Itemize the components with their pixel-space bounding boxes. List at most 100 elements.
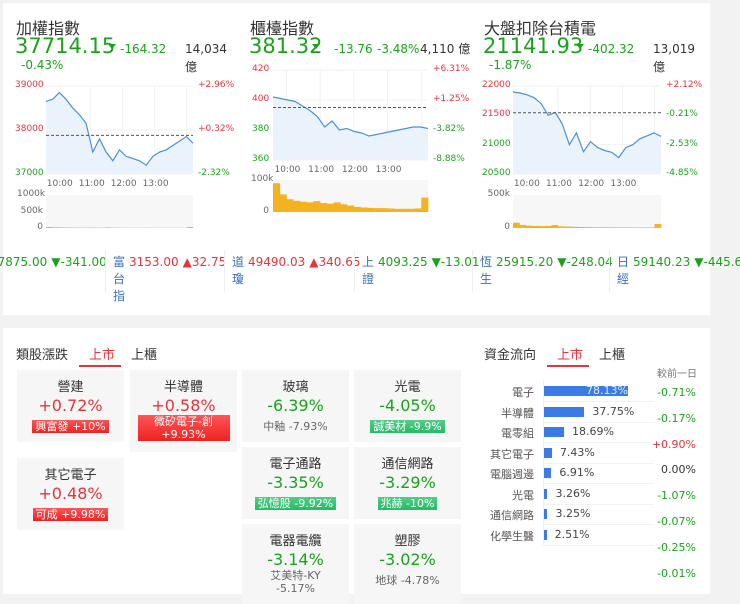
sector-name: 電子通路 bbox=[242, 453, 349, 472]
sector-tile[interactable]: 電器電纜-3.14%艾美特-KY -5.17% bbox=[242, 524, 349, 604]
sector-name: 玻璃 bbox=[242, 376, 349, 395]
sector-name: 半導體 bbox=[130, 376, 237, 395]
sector-tile[interactable]: 其它電子+0.48%可成 +9.98% bbox=[17, 458, 124, 530]
y-axis-label: 21500 bbox=[482, 109, 511, 119]
ticker-item[interactable]: 恆生25915.20▼-248.04 bbox=[480, 254, 613, 288]
flow-change: 0.00% bbox=[636, 463, 696, 476]
y-axis-label: 22000 bbox=[482, 80, 511, 90]
volume-bar bbox=[616, 227, 623, 228]
time-label: 11:00 bbox=[546, 179, 572, 189]
flow-change: -0.25% bbox=[636, 541, 696, 554]
axis-line bbox=[543, 380, 544, 545]
flow-value: 37.75% bbox=[592, 405, 634, 418]
flow-change: -0.17% bbox=[636, 412, 696, 425]
sector-pct: -3.02% bbox=[354, 550, 461, 569]
top-stock-badge[interactable]: 中釉 -7.93% bbox=[260, 420, 330, 433]
flow-bar bbox=[544, 407, 584, 417]
ticker-item[interactable]: 上證4093.25▼-13.01 bbox=[362, 254, 480, 288]
flow-value: 3.26% bbox=[555, 487, 590, 500]
sector-name: 營建 bbox=[17, 376, 124, 395]
top-stock-badge[interactable]: 兆赫 -10% bbox=[378, 497, 438, 510]
divider bbox=[105, 250, 106, 292]
ticker-item[interactable]: 67875.00▼-341.00 bbox=[0, 254, 107, 271]
sector-pct: -4.05% bbox=[354, 396, 461, 415]
ticker-item[interactable]: 道瓊49490.03▲340.65 bbox=[232, 254, 360, 288]
volume-bar bbox=[539, 226, 546, 228]
flow-value: 18.69% bbox=[572, 425, 614, 438]
volume-bar bbox=[577, 227, 584, 228]
flow-sector-name: 通信網路 bbox=[464, 507, 534, 523]
volume-bar bbox=[513, 223, 520, 228]
ticker-label: 富台指 bbox=[113, 254, 127, 305]
top-stock-badge[interactable]: 微矽電子-創 +9.93% bbox=[138, 415, 230, 441]
divider bbox=[544, 504, 654, 505]
pct-axis-label: -0.21% bbox=[666, 109, 698, 119]
flow-sector-name: 其它電子 bbox=[464, 446, 534, 462]
sector-tile[interactable]: 光電-4.05%誠美材 -9.9% bbox=[354, 370, 461, 442]
ticker-item[interactable]: 富台指3153.00▲32.75 bbox=[113, 254, 226, 305]
flow-sector-name: 電零組 bbox=[464, 425, 534, 441]
top-stock-badge[interactable]: 興富發 +10% bbox=[32, 420, 108, 433]
sector-name: 電器電纜 bbox=[242, 530, 349, 549]
volume-bar bbox=[648, 227, 655, 228]
time-label: 13:00 bbox=[610, 179, 636, 189]
ticker-value: 59140.23 bbox=[633, 254, 690, 288]
flow-value: 2.51% bbox=[555, 528, 590, 541]
ticker-value: 49490.03 bbox=[248, 254, 305, 288]
flow-sector-name: 電腦週邊 bbox=[464, 466, 534, 482]
divider bbox=[544, 483, 654, 484]
sector-tile[interactable]: 營建+0.72%興富發 +10% bbox=[17, 370, 124, 442]
sector-tile[interactable]: 塑膠-3.02%地球 -4.78% bbox=[354, 524, 461, 604]
divider bbox=[544, 401, 654, 402]
compare-label: 較前一日 bbox=[657, 365, 697, 380]
time-label: 10:00 bbox=[514, 179, 540, 189]
ticker-change: ▼-341.00 bbox=[51, 254, 107, 271]
top-stock-badge[interactable]: 可成 +9.98% bbox=[33, 508, 109, 521]
flow-bar bbox=[544, 530, 547, 540]
volume-bar bbox=[532, 226, 539, 228]
flow-sector-name: 半導體 bbox=[464, 405, 534, 421]
flow-change: -0.01% bbox=[636, 567, 696, 580]
flow-bar bbox=[544, 448, 552, 458]
flow-bar bbox=[544, 427, 564, 437]
sector-pct: -3.14% bbox=[242, 550, 349, 569]
flow-value: 3.25% bbox=[555, 507, 590, 520]
top-stock-badge[interactable]: 艾美特-KY -5.17% bbox=[250, 569, 342, 595]
flow-bar bbox=[544, 468, 551, 478]
volume-bg bbox=[513, 195, 661, 228]
top-stock-badge[interactable]: 弘憶股 -9.92% bbox=[255, 497, 336, 510]
divider bbox=[354, 250, 355, 292]
volume-bar bbox=[603, 227, 610, 228]
volume-bar bbox=[635, 227, 642, 228]
ticker-value: 3153.00 bbox=[129, 254, 179, 305]
ticker-label: 道瓊 bbox=[232, 254, 246, 288]
ticker-value: 25915.20 bbox=[496, 254, 553, 288]
flow-change: -0.07% bbox=[636, 515, 696, 528]
sector-pct: -3.29% bbox=[354, 473, 461, 492]
sector-tile[interactable]: 電子通路-3.35% 弘憶股 -9.92% bbox=[242, 447, 349, 519]
volume-bar bbox=[590, 227, 597, 228]
top-stock-badge[interactable]: 誠美材 -9.9% bbox=[370, 420, 444, 433]
index-price-chart bbox=[0, 0, 740, 240]
top-stock-badge[interactable]: 地球 -4.78% bbox=[372, 574, 442, 587]
sector-tile[interactable]: 通信網路-3.29%兆赫 -10% bbox=[354, 447, 461, 519]
sector-tab-listed[interactable]: 上市 bbox=[89, 344, 115, 363]
flow-bar bbox=[544, 509, 547, 519]
ticker-label: 日經 bbox=[617, 254, 631, 288]
sector-tile[interactable]: 半導體+0.58%微矽電子-創 +9.93% bbox=[130, 370, 237, 452]
sector-tab-otc[interactable]: 上櫃 bbox=[131, 344, 157, 363]
divider bbox=[609, 250, 610, 292]
flow-tab-otc[interactable]: 上櫃 bbox=[599, 344, 625, 363]
volume-axis-label: 0 bbox=[484, 222, 510, 232]
pct-axis-label: -4.85% bbox=[666, 168, 698, 178]
sector-tile[interactable]: 玻璃-6.39%中釉 -7.93% bbox=[242, 370, 349, 442]
flow-change: -0.71% bbox=[636, 386, 696, 399]
flow-tab-listed[interactable]: 上市 bbox=[557, 344, 583, 363]
flow-value: 78.13% bbox=[586, 384, 628, 397]
pct-axis-label: +2.12% bbox=[666, 80, 702, 90]
flow-change: -1.07% bbox=[636, 489, 696, 502]
sector-pct: -3.35% bbox=[242, 473, 349, 492]
sector-pct: +0.58% bbox=[130, 396, 237, 415]
divider bbox=[472, 250, 473, 292]
ticker-item[interactable]: 日經59140.23▼-445.63 bbox=[617, 254, 740, 288]
